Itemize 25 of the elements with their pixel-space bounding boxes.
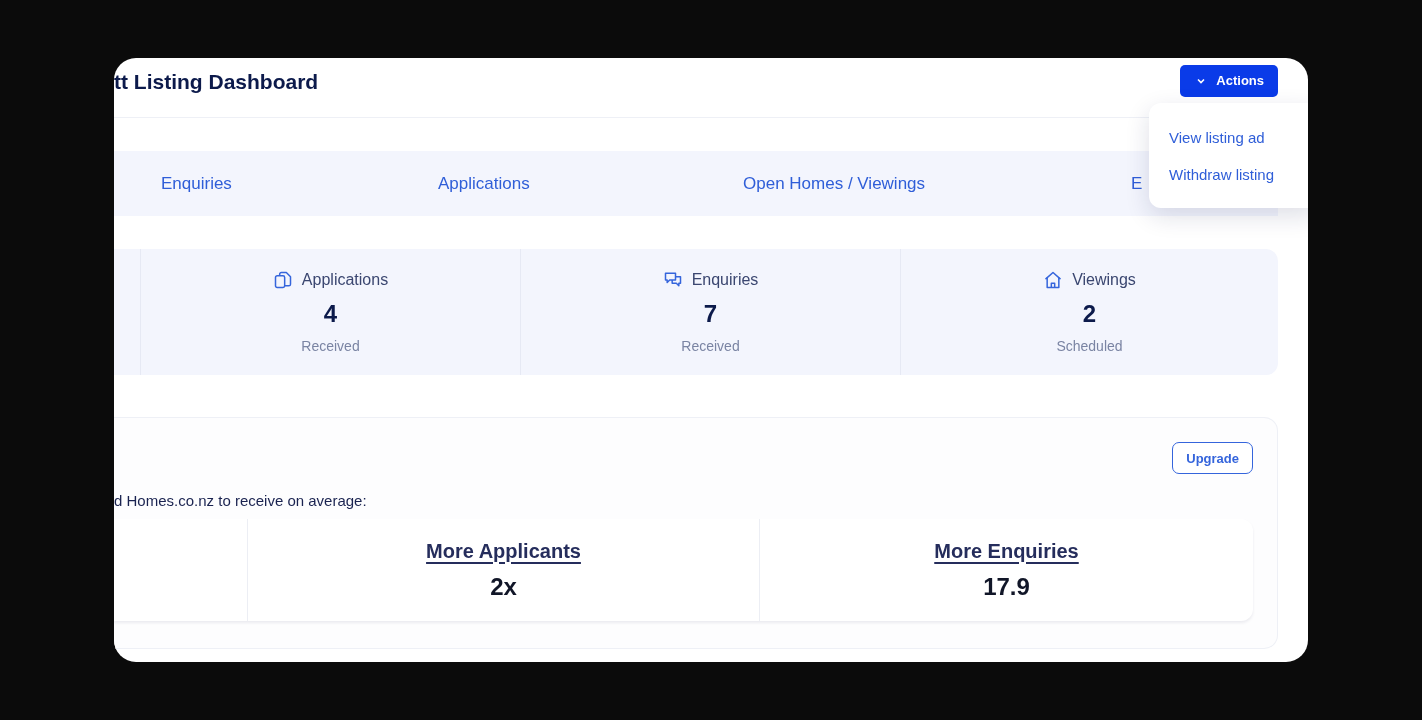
stat-caption: Scheduled	[1056, 338, 1123, 354]
menu-item[interactable]: View listing ad	[1169, 128, 1308, 146]
metric-label: More Applicants	[426, 539, 581, 563]
metric-value: 17.9	[983, 572, 1030, 601]
metric-value: 2x	[490, 572, 517, 601]
documents-icon	[272, 270, 293, 290]
upgrade-button[interactable]: Upgrade	[1172, 442, 1253, 474]
stat-label: Enquiries	[691, 271, 759, 289]
upgrade-text: d Homes.co.nz to receive on average:	[114, 492, 368, 509]
stat-caption: Received	[681, 338, 740, 354]
tab[interactable]: Open Homes / Viewings	[743, 169, 926, 198]
stat-label: Applications	[301, 271, 389, 289]
tab[interactable]: E	[1131, 169, 1143, 198]
stat-value: 7	[703, 300, 718, 328]
stat-label: Viewings	[1072, 271, 1136, 289]
actions-button[interactable]: Actions	[1180, 64, 1278, 97]
house-icon	[1043, 270, 1064, 290]
tab[interactable]: Enquiries	[161, 169, 232, 198]
stat-caption: Received	[301, 338, 360, 354]
tab[interactable]: Applications	[438, 169, 530, 198]
stat-value: 4	[323, 300, 338, 328]
stat-value: 2	[1082, 300, 1097, 328]
page-title: tt Listing Dashboard	[114, 69, 319, 94]
metric-label: More Enquiries	[934, 539, 1079, 563]
menu-item[interactable]: Withdraw listing	[1169, 165, 1308, 183]
